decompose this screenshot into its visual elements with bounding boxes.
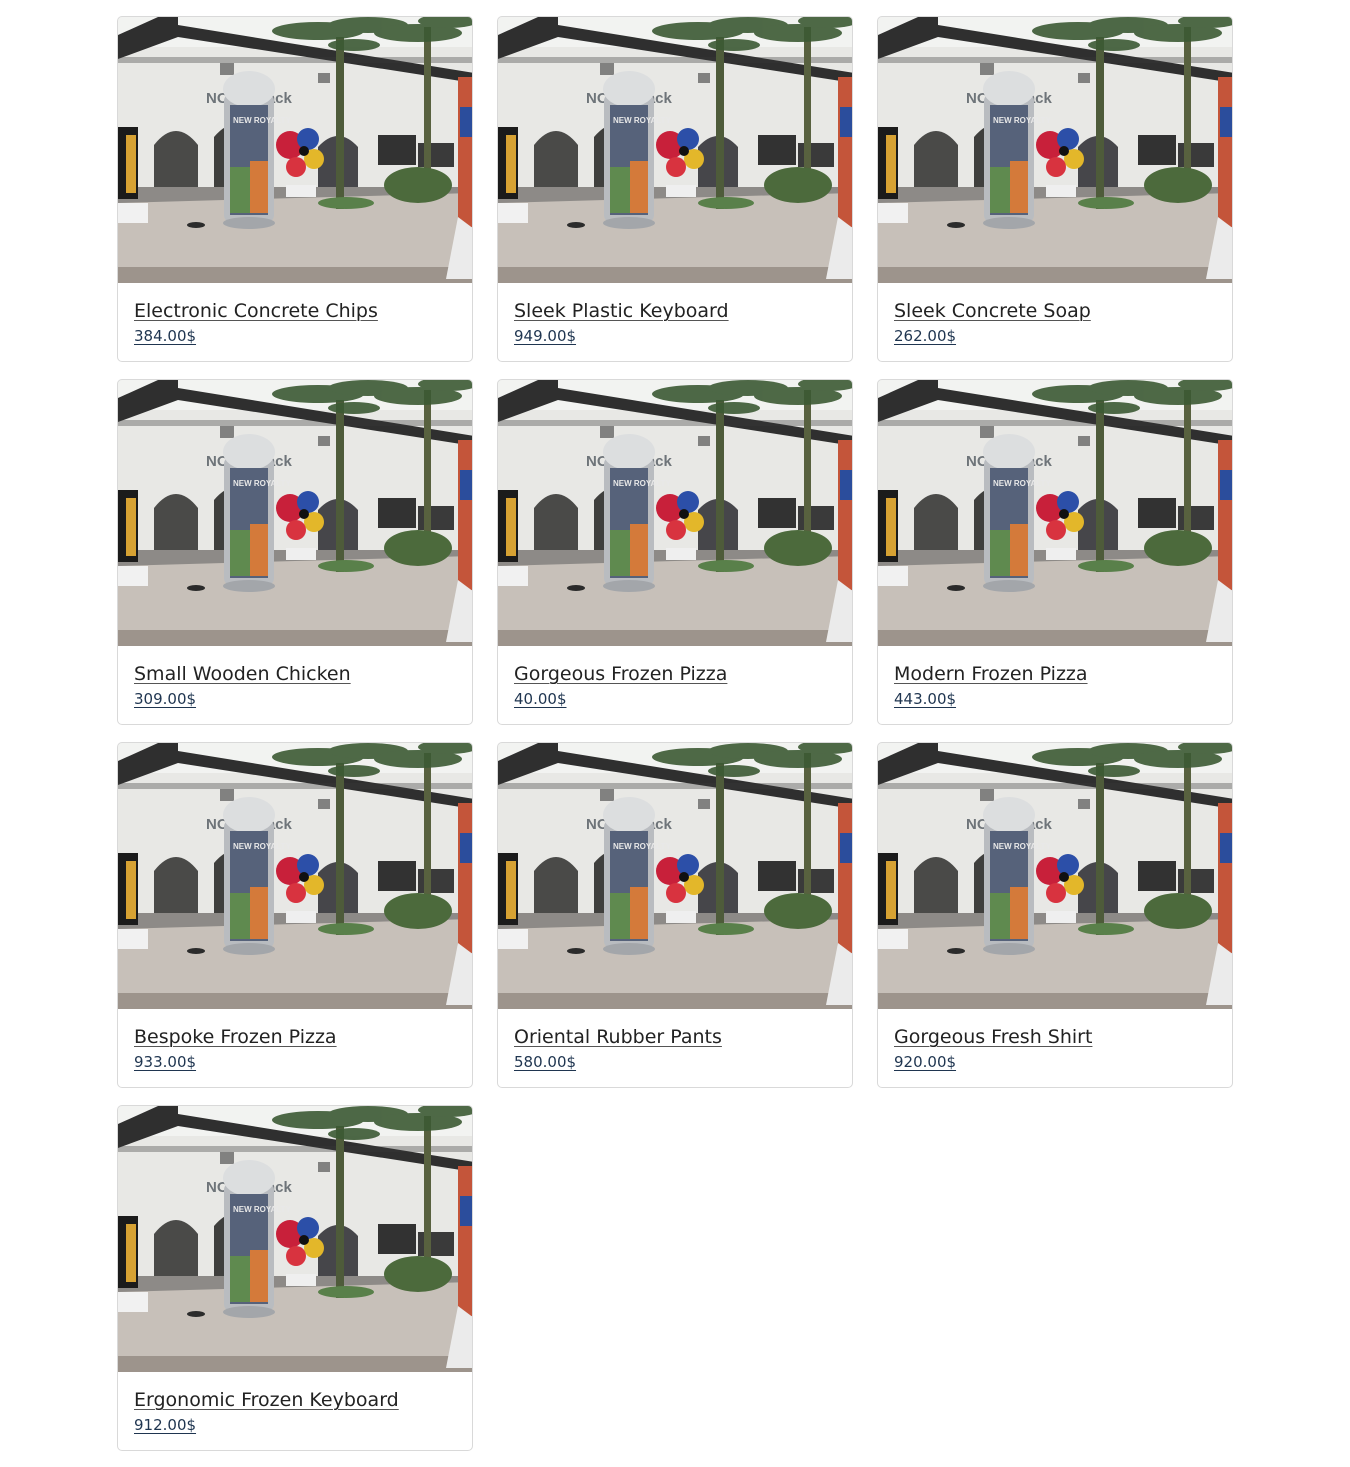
- kiosk-text: NEW ROYALTY: [233, 479, 291, 488]
- product-card: NO OM rack: [117, 16, 473, 362]
- product-image[interactable]: NO OM rack: [118, 1106, 472, 1372]
- product-price-link[interactable]: 262.00$: [894, 326, 1216, 346]
- product-info: Modern Frozen Pizza 443.00$: [878, 646, 1232, 709]
- kiosk-text: NEW ROYALTY: [233, 1205, 291, 1214]
- kiosk-text: NEW ROYALTY: [993, 479, 1051, 488]
- product-card: NO OM rack: [877, 16, 1233, 362]
- product-info: Small Wooden Chicken 309.00$: [118, 646, 472, 709]
- kiosk-text: NEW ROYALTY: [613, 842, 671, 851]
- product-image[interactable]: NO OM rack: [878, 743, 1232, 1009]
- kiosk-text: NEW ROYALTY: [993, 842, 1051, 851]
- product-price-link[interactable]: 949.00$: [514, 326, 836, 346]
- product-name-link[interactable]: Sleek Concrete Soap: [894, 299, 1091, 323]
- product-price-link[interactable]: 912.00$: [134, 1415, 456, 1435]
- product-name-link[interactable]: Sleek Plastic Keyboard: [514, 299, 729, 323]
- product-image[interactable]: NO OM rack: [498, 743, 852, 1009]
- product-price-link[interactable]: 384.00$: [134, 326, 456, 346]
- product-info: Ergonomic Frozen Keyboard 912.00$: [118, 1372, 472, 1435]
- product-price-link[interactable]: 580.00$: [514, 1052, 836, 1072]
- product-info: Gorgeous Frozen Pizza 40.00$: [498, 646, 852, 709]
- product-price-link[interactable]: 309.00$: [134, 689, 456, 709]
- product-image[interactable]: NO OM rack: [498, 17, 852, 283]
- kiosk-text: NEW ROYALTY: [613, 116, 671, 125]
- product-price-link[interactable]: 443.00$: [894, 689, 1216, 709]
- product-name-link[interactable]: Bespoke Frozen Pizza: [134, 1025, 337, 1049]
- product-card: NO OM rack: [117, 379, 473, 725]
- product-price-link[interactable]: 920.00$: [894, 1052, 1216, 1072]
- product-image[interactable]: NO OM rack: [878, 380, 1232, 646]
- product-info: Electronic Concrete Chips 384.00$: [118, 283, 472, 346]
- product-price-link[interactable]: 933.00$: [134, 1052, 456, 1072]
- product-image[interactable]: NO OM rack: [878, 17, 1232, 283]
- product-card: NO OM rack: [117, 1105, 473, 1451]
- product-info: Sleek Concrete Soap 262.00$: [878, 283, 1232, 346]
- product-info: Sleek Plastic Keyboard 949.00$: [498, 283, 852, 346]
- product-card: NO OM rack: [497, 16, 853, 362]
- product-name-link[interactable]: Oriental Rubber Pants: [514, 1025, 722, 1049]
- product-image[interactable]: NO OM rack: [118, 743, 472, 1009]
- product-info: Bespoke Frozen Pizza 933.00$: [118, 1009, 472, 1072]
- product-image[interactable]: NO OM rack: [118, 17, 472, 283]
- product-grid: NO OM rack: [117, 16, 1233, 1451]
- product-info: Oriental Rubber Pants 580.00$: [498, 1009, 852, 1072]
- product-image[interactable]: NO OM rack: [498, 380, 852, 646]
- product-card: NO OM rack: [117, 742, 473, 1088]
- product-name-link[interactable]: Gorgeous Fresh Shirt: [894, 1025, 1092, 1049]
- product-name-link[interactable]: Gorgeous Frozen Pizza: [514, 662, 727, 686]
- kiosk-text: NEW ROYALTY: [233, 116, 291, 125]
- product-card: NO OM rack: [877, 742, 1233, 1088]
- product-name-link[interactable]: Small Wooden Chicken: [134, 662, 351, 686]
- product-name-link[interactable]: Ergonomic Frozen Keyboard: [134, 1388, 399, 1412]
- product-price-link[interactable]: 40.00$: [514, 689, 836, 709]
- kiosk-text: NEW ROYALTY: [613, 479, 671, 488]
- product-card: NO OM rack: [497, 379, 853, 725]
- product-card: NO OM rack: [497, 742, 853, 1088]
- product-name-link[interactable]: Electronic Concrete Chips: [134, 299, 378, 323]
- kiosk-text: NEW ROYALTY: [233, 842, 291, 851]
- product-card: NO OM rack: [877, 379, 1233, 725]
- product-info: Gorgeous Fresh Shirt 920.00$: [878, 1009, 1232, 1072]
- kiosk-text: NEW ROYALTY: [993, 116, 1051, 125]
- product-image[interactable]: NO OM rack: [118, 380, 472, 646]
- product-name-link[interactable]: Modern Frozen Pizza: [894, 662, 1088, 686]
